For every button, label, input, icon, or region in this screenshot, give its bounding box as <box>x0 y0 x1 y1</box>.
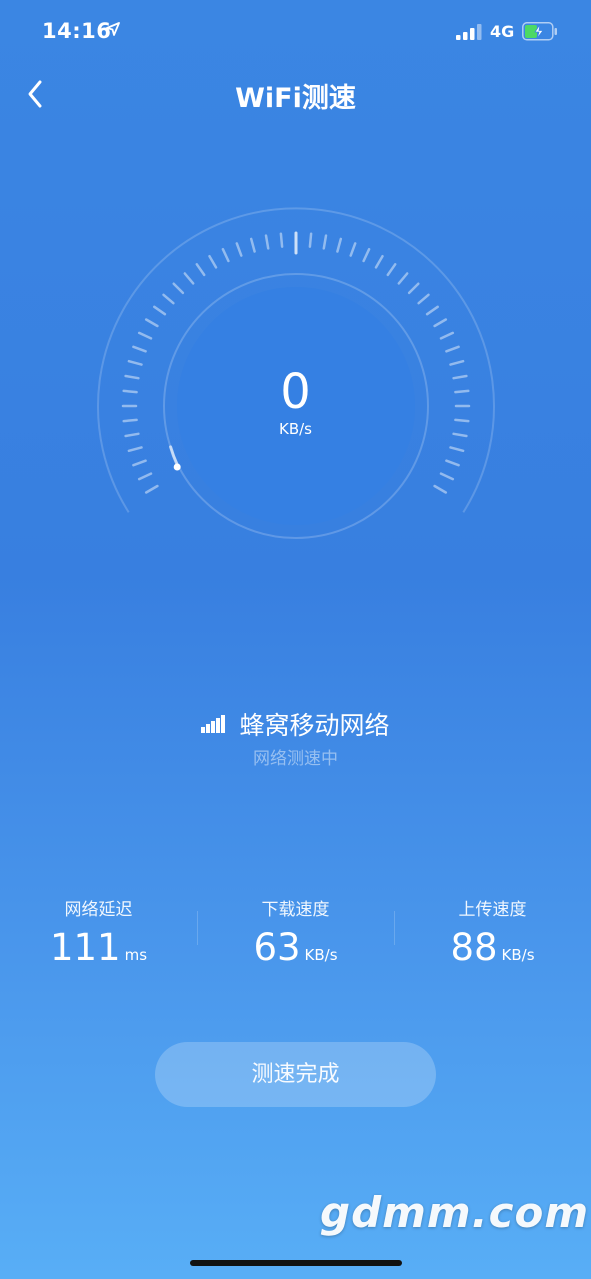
gauge-tick <box>308 232 313 248</box>
gauge-tick <box>127 446 143 453</box>
gauge-tick <box>183 272 195 285</box>
status-bar: 14:16 4G <box>0 0 591 64</box>
gauge-tick <box>362 247 371 263</box>
test-complete-button[interactable]: 测速完成 <box>155 1042 436 1107</box>
home-indicator <box>190 1260 402 1266</box>
gauge-tick <box>235 242 243 257</box>
gauge-tick <box>172 282 185 295</box>
gauge-tick <box>349 242 357 257</box>
gauge-tick <box>249 237 256 253</box>
network-info: 蜂窝移动网络 <box>0 706 591 742</box>
gauge-tick <box>439 472 455 481</box>
gauge-tick <box>417 293 430 305</box>
gauge-tick <box>397 272 409 285</box>
gauge-progress-arc <box>169 445 179 467</box>
stats-panel: 网络延迟 111 ms 下载速度 63 KB/s 上传速度 88 KB/s <box>0 895 591 975</box>
gauge-tick <box>132 345 147 353</box>
gauge-tick <box>336 237 343 253</box>
gauge-tick <box>144 484 159 494</box>
gauge-indicator-dot <box>173 463 181 471</box>
stat-unit: ms <box>124 946 148 964</box>
stat-value: 63 <box>253 926 301 969</box>
stat-label: 上传速度 <box>458 900 527 920</box>
gauge-tick <box>221 247 230 263</box>
stat-label: 下载速度 <box>261 900 330 920</box>
stat-value: 111 <box>49 926 121 969</box>
stat-latency: 网络延迟 111 ms <box>0 895 197 969</box>
location-arrow-icon <box>106 22 120 36</box>
gauge-tick <box>195 263 206 277</box>
gauge-tick <box>449 446 465 453</box>
gauge-tick <box>433 318 448 328</box>
gauge-tick <box>439 331 455 340</box>
gauge-tick <box>137 331 153 340</box>
stat-label: 网络延迟 <box>64 900 133 920</box>
page-title: WiFi测速 <box>235 83 356 114</box>
gauge-tick <box>153 305 167 316</box>
gauge-tick <box>386 263 397 277</box>
stat-value: 88 <box>450 926 498 969</box>
gauge-tick <box>433 484 448 494</box>
watermark: gdmm.com <box>320 1188 590 1237</box>
gauge-tick <box>445 459 460 467</box>
network-type: 4G <box>490 22 515 41</box>
battery-charging-icon <box>522 22 557 41</box>
gauge-tick <box>445 345 460 353</box>
stat-unit: KB/s <box>501 946 535 964</box>
stat-download: 下载速度 63 KB/s <box>197 895 394 969</box>
gauge-tick <box>407 282 420 295</box>
stat-upload: 上传速度 88 KB/s <box>394 895 591 969</box>
nav-bar: WiFi测速 <box>0 64 591 124</box>
gauge-tick <box>279 232 284 248</box>
gauge-tick <box>425 305 439 316</box>
gauge-tick <box>374 254 384 269</box>
stat-unit: KB/s <box>304 946 338 964</box>
gauge-tick <box>208 254 218 269</box>
gauge-tick <box>322 234 328 250</box>
gauge-tick <box>132 459 147 467</box>
speed-value: 0 <box>280 364 311 420</box>
signal-bars-icon <box>201 715 226 733</box>
status-time: 14:16 <box>42 19 112 43</box>
network-name: 蜂窝移动网络 <box>239 711 390 740</box>
gauge-tick <box>264 234 270 250</box>
cellular-signal-icon <box>456 24 482 40</box>
gauge-tick <box>137 472 153 481</box>
gauge-tick <box>144 318 159 328</box>
gauge-tick <box>162 293 175 305</box>
network-status: 网络测速中 <box>253 749 338 769</box>
speed-unit: KB/s <box>279 420 312 438</box>
